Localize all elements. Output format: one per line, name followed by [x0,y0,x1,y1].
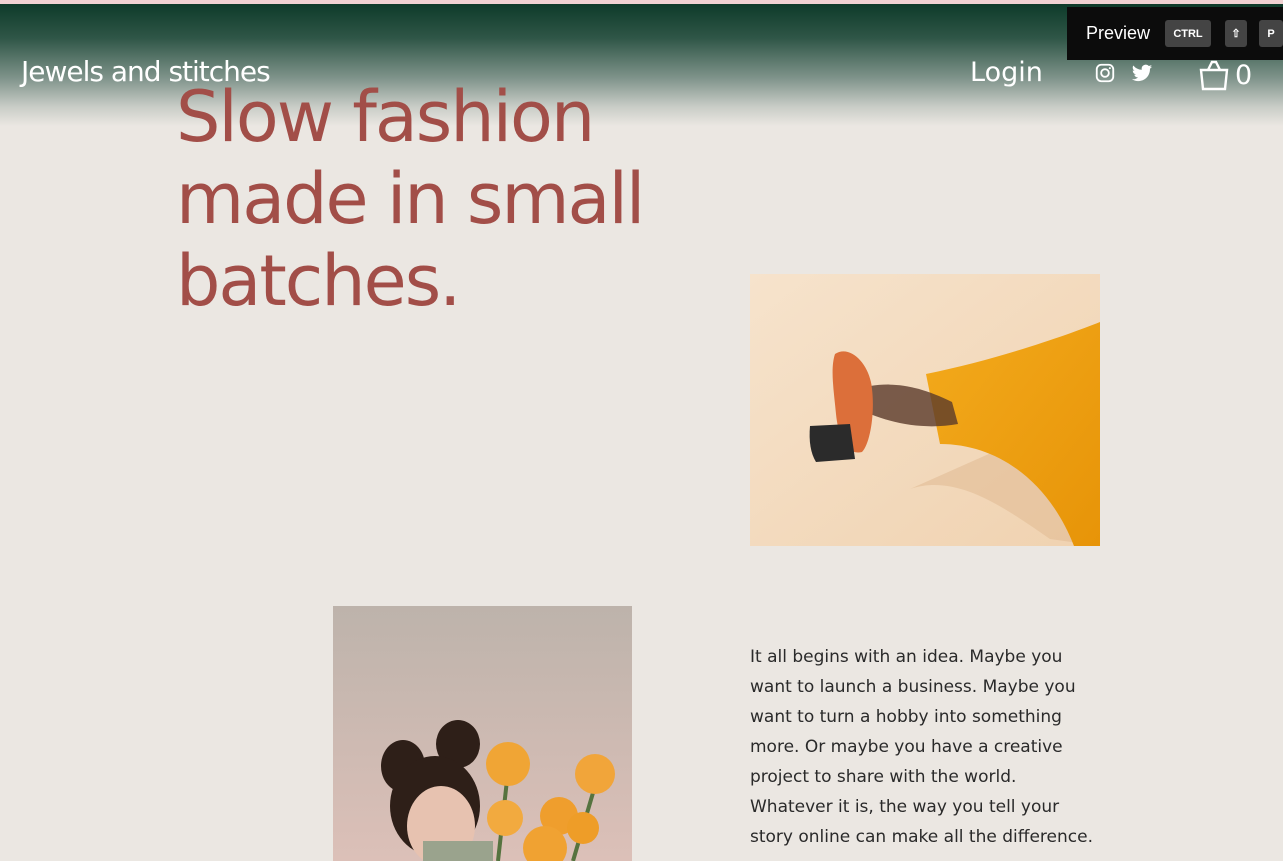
top-accent-line [0,0,1283,4]
preview-label: Preview [1086,23,1151,43]
twitter-icon[interactable] [1131,62,1153,84]
shortcut-key-p: P [1259,20,1283,47]
preview-bar[interactable]: Preview CTRL ⇧ P [1067,7,1283,60]
cart-button[interactable]: 0 [1198,58,1252,92]
cart-count: 0 [1235,59,1253,91]
hero-heading: Slow fashion made in small batches. [176,76,645,322]
body-paragraph: It all begins with an idea. Maybe you wa… [750,647,1093,847]
page: Jewels and stitches Login 0 Preview CTRL… [0,0,1283,861]
shoe-photo [750,274,1100,546]
site-title[interactable]: Jewels and stitches [21,55,271,88]
shortcut-key-ctrl: CTRL [1165,20,1211,47]
woman-with-flowers-photo [333,606,632,861]
login-link[interactable]: Login [970,57,1043,88]
shortcut-key-shift: ⇧ [1225,20,1247,47]
instagram-icon[interactable] [1094,62,1116,84]
shopping-bag-icon [1198,59,1230,91]
